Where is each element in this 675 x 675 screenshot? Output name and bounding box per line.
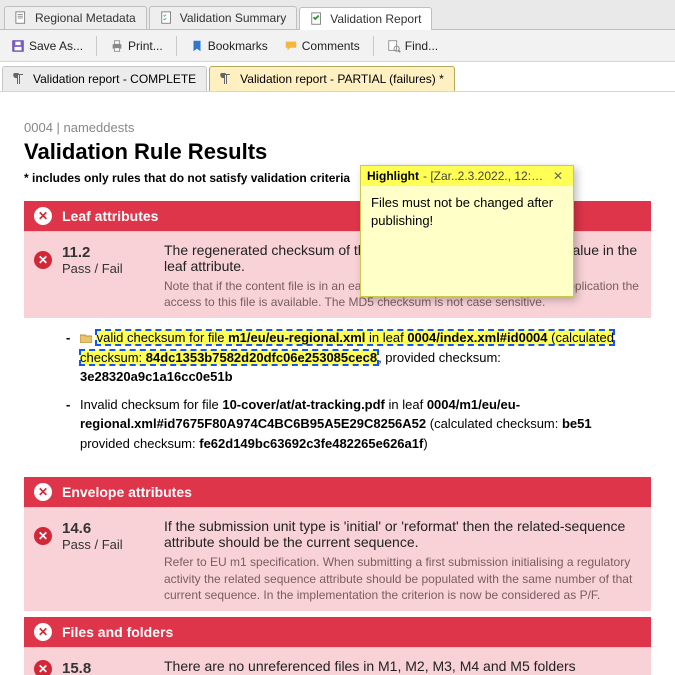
toolbar-separator [373, 36, 374, 56]
toolbar-separator [176, 36, 177, 56]
rule-id: 11.2 [62, 244, 123, 261]
detail-item: valid checksum for file m1/eu/eu-regiona… [66, 328, 637, 387]
error-icon: ✕ [34, 527, 52, 545]
error-icon: ✕ [34, 207, 52, 225]
report-check-icon [310, 12, 324, 26]
doc-tab-label: Validation report - COMPLETE [33, 72, 196, 86]
tab-label: Validation Summary [180, 11, 287, 25]
rule-note: Refer to EU m1 specification. When submi… [164, 554, 641, 603]
popup-header[interactable]: Highlight - [Zar..2.3.2022., 12:01:52 ✕ [361, 166, 573, 186]
rule-passfail: Pass / Fail [62, 537, 123, 552]
top-tab-bar: Regional Metadata Validation Summary Val… [0, 0, 675, 30]
tab-validation-report[interactable]: Validation Report [299, 7, 432, 30]
rule-id: 15.8 [62, 660, 91, 675]
printer-icon [110, 39, 124, 53]
section-title: Files and folders [62, 624, 173, 640]
find-button[interactable]: Find... [380, 35, 445, 57]
toolbar-separator [96, 36, 97, 56]
page-title: Validation Rule Results [24, 139, 651, 165]
popup-title: Highlight [367, 169, 419, 183]
paragraph-icon [13, 73, 25, 85]
rule-id: 14.6 [62, 520, 123, 537]
highlighted-text[interactable]: valid checksum for file m1/eu/eu-regiona… [80, 330, 614, 365]
section-title: Envelope attributes [62, 484, 192, 500]
document-tab-bar: Validation report - COMPLETE Validation … [0, 62, 675, 92]
find-icon [387, 39, 401, 53]
doc-tab-label: Validation report - PARTIAL (failures) * [240, 72, 444, 86]
toolbar-label: Bookmarks [208, 39, 268, 53]
close-icon[interactable]: ✕ [549, 169, 567, 183]
save-icon [11, 39, 25, 53]
rule-title: If the submission unit type is 'initial'… [164, 518, 641, 550]
print-button[interactable]: Print... [103, 35, 170, 57]
rule-row-15-8: ✕ 15.8 There are no unreferenced files i… [24, 647, 651, 675]
error-icon: ✕ [34, 483, 52, 501]
comment-icon [284, 39, 298, 53]
bookmarks-button[interactable]: Bookmarks [183, 35, 275, 57]
toolbar-label: Find... [405, 39, 438, 53]
document-grid-icon [15, 11, 29, 25]
toolbar-label: Print... [128, 39, 163, 53]
paragraph-icon [220, 73, 232, 85]
error-icon: ✕ [34, 660, 52, 675]
breadcrumb: 0004 | nameddests [24, 120, 651, 135]
rule-passfail: Pass / Fail [62, 261, 123, 276]
save-as-button[interactable]: Save As... [4, 35, 90, 57]
section-header-files: ✕ Files and folders [24, 617, 651, 647]
toolbar-label: Comments [302, 39, 360, 53]
rule-row-14-6: ✕ 14.6 Pass / Fail If the submission uni… [24, 507, 651, 611]
doc-tab-partial[interactable]: Validation report - PARTIAL (failures) * [209, 66, 455, 91]
error-icon: ✕ [34, 251, 52, 269]
doc-tab-complete[interactable]: Validation report - COMPLETE [2, 66, 207, 91]
folder-icon [80, 333, 92, 343]
section-header-envelope: ✕ Envelope attributes [24, 477, 651, 507]
toolbar-label: Save As... [29, 39, 83, 53]
tab-regional-metadata[interactable]: Regional Metadata [4, 6, 147, 29]
section-title: Leaf attributes [62, 208, 158, 224]
tab-label: Validation Report [330, 12, 421, 26]
popup-meta: - [Zar..2.3.2022., 12:01:52 [423, 169, 545, 183]
rule-title: There are no unreferenced files in M1, M… [164, 658, 641, 674]
toolbar: Save As... Print... Bookmarks Comments F… [0, 30, 675, 62]
checklist-icon [160, 11, 174, 25]
detail-item: Invalid checksum for file 10-cover/at/at… [66, 395, 637, 454]
popup-body[interactable]: Files must not be changed after publishi… [361, 186, 573, 296]
tab-validation-summary[interactable]: Validation Summary [149, 6, 298, 29]
highlight-comment-popup[interactable]: Highlight - [Zar..2.3.2022., 12:01:52 ✕ … [360, 165, 574, 297]
rule-detail-list: valid checksum for file m1/eu/eu-regiona… [24, 318, 651, 471]
error-icon: ✕ [34, 623, 52, 641]
bookmark-icon [190, 39, 204, 53]
comments-button[interactable]: Comments [277, 35, 367, 57]
tab-label: Regional Metadata [35, 11, 136, 25]
